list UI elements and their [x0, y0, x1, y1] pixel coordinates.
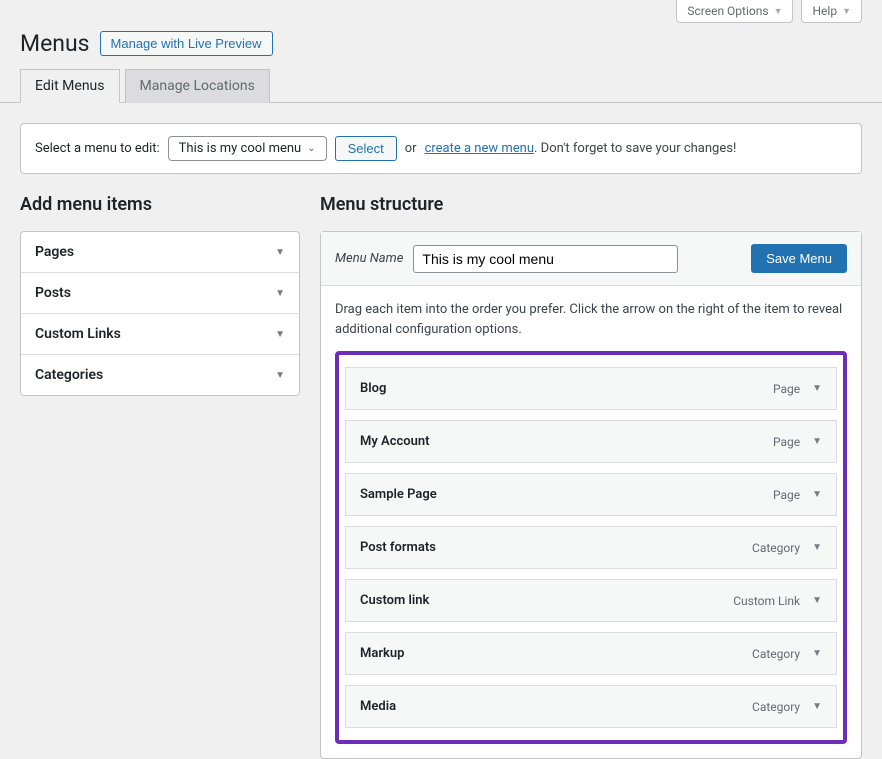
menu-item-type: Page [773, 382, 800, 396]
chevron-down-icon: ▼ [812, 648, 822, 659]
chevron-down-icon: ▼ [275, 370, 285, 381]
chevron-down-icon: ▼ [812, 489, 822, 500]
menu-name-label: Menu Name [335, 251, 403, 266]
accordion-categories[interactable]: Categories ▼ [21, 355, 299, 395]
screen-options-button[interactable]: Screen Options ▼ [676, 0, 793, 23]
screen-options-label: Screen Options [687, 4, 768, 18]
add-items-accordion: Pages ▼ Posts ▼ Custom Links ▼ Categorie… [20, 231, 300, 396]
menu-item-type: Page [773, 488, 800, 502]
menu-item[interactable]: Markup Category ▼ [345, 632, 837, 675]
help-button[interactable]: Help ▼ [801, 0, 862, 23]
add-menu-items-heading: Add menu items [20, 194, 300, 215]
menu-items-highlight: Blog Page ▼ My Account Page ▼ [335, 351, 847, 744]
select-button[interactable]: Select [335, 136, 397, 161]
menu-item-type: Custom Link [733, 594, 800, 608]
chevron-down-icon: ▼ [275, 247, 285, 258]
menu-item[interactable]: My Account Page ▼ [345, 420, 837, 463]
menu-item-title: Custom link [360, 593, 429, 608]
menu-item[interactable]: Sample Page Page ▼ [345, 473, 837, 516]
accordion-label: Custom Links [35, 326, 121, 342]
menu-item-type: Category [752, 647, 800, 661]
accordion-label: Posts [35, 285, 71, 301]
menu-item-title: Media [360, 699, 396, 714]
chevron-down-icon: ▼ [275, 288, 285, 299]
menu-item-type: Page [773, 435, 800, 449]
chevron-down-icon: ▼ [812, 701, 822, 712]
menu-select-current: This is my cool menu [179, 141, 302, 156]
chevron-down-icon: ▼ [812, 436, 822, 447]
menu-item[interactable]: Post formats Category ▼ [345, 526, 837, 569]
chevron-down-icon: ▼ [842, 6, 851, 17]
save-menu-button[interactable]: Save Menu [751, 244, 847, 273]
menu-structure-frame: Menu Name Save Menu Drag each item into … [320, 231, 862, 759]
tab-edit-menus[interactable]: Edit Menus [20, 69, 120, 103]
menu-item[interactable]: Blog Page ▼ [345, 367, 837, 410]
accordion-custom-links[interactable]: Custom Links ▼ [21, 314, 299, 354]
chevron-down-icon: ▼ [812, 383, 822, 394]
accordion-label: Categories [35, 367, 103, 383]
menu-item-title: Markup [360, 646, 404, 661]
accordion-label: Pages [35, 244, 74, 260]
menu-item-title: Sample Page [360, 487, 437, 502]
menu-item[interactable]: Custom link Custom Link ▼ [345, 579, 837, 622]
chevron-down-icon: ▼ [275, 329, 285, 340]
create-new-menu-link[interactable]: create a new menu [425, 141, 534, 156]
live-preview-button[interactable]: Manage with Live Preview [100, 31, 273, 56]
menu-instructions: Drag each item into the order you prefer… [335, 300, 847, 339]
chevron-down-icon: ⌄ [307, 143, 315, 154]
accordion-pages[interactable]: Pages ▼ [21, 232, 299, 272]
menu-item[interactable]: Media Category ▼ [345, 685, 837, 728]
tab-manage-locations[interactable]: Manage Locations [125, 69, 270, 103]
menu-select-label: Select a menu to edit: [35, 141, 160, 156]
menu-select-dropdown[interactable]: This is my cool menu ⌄ [168, 136, 327, 161]
menu-item-title: My Account [360, 434, 430, 449]
menu-item-title: Post formats [360, 540, 436, 555]
menu-name-input[interactable] [413, 245, 678, 273]
accordion-posts[interactable]: Posts ▼ [21, 273, 299, 313]
chevron-down-icon: ▼ [812, 595, 822, 606]
chevron-down-icon: ▼ [812, 542, 822, 553]
page-title: Menus [20, 30, 90, 57]
menu-structure-heading: Menu structure [320, 194, 862, 215]
help-label: Help [812, 4, 837, 18]
chevron-down-icon: ▼ [774, 6, 783, 17]
menu-selector-bar: Select a menu to edit: This is my cool m… [20, 123, 862, 174]
menu-item-type: Category [752, 700, 800, 714]
menu-item-title: Blog [360, 381, 386, 396]
or-text: or [405, 141, 417, 156]
menu-item-type: Category [752, 541, 800, 555]
selector-after-text: . Don't forget to save your changes! [534, 141, 736, 156]
